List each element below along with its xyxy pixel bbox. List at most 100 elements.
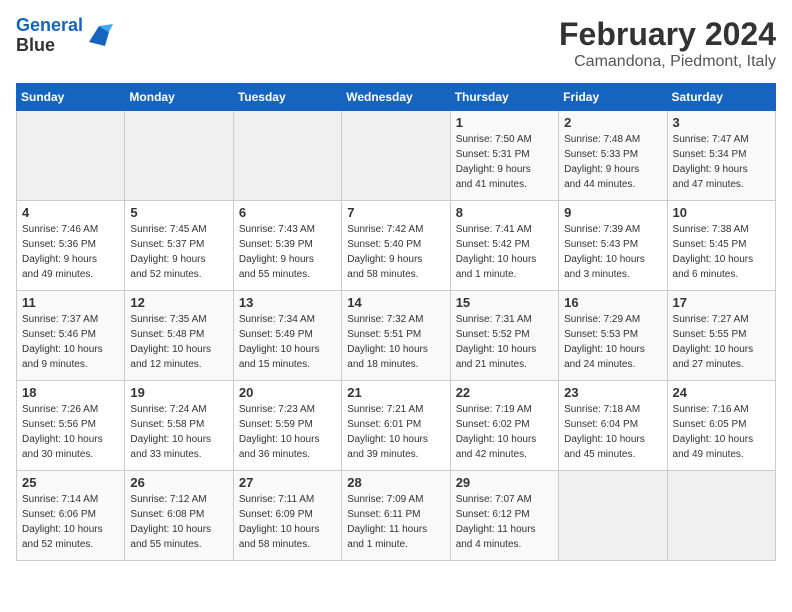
col-header-saturday: Saturday (667, 84, 775, 111)
day-info: Sunrise: 7:37 AM Sunset: 5:46 PM Dayligh… (22, 312, 119, 372)
calendar-week-row: 25 Sunrise: 7:14 AM Sunset: 6:06 PM Dayli… (17, 471, 776, 561)
day-info: Sunrise: 7:29 AM Sunset: 5:53 PM Dayligh… (564, 312, 661, 372)
day-number: 9 (564, 205, 661, 220)
day-number: 29 (456, 475, 553, 490)
day-number: 12 (130, 295, 227, 310)
calendar-cell: 20 Sunrise: 7:23 AM Sunset: 5:59 PM Dayli… (233, 381, 341, 471)
day-number: 21 (347, 385, 444, 400)
header: GeneralBlue February 2024 Camandona, Pie… (16, 16, 776, 71)
day-number: 25 (22, 475, 119, 490)
day-info: Sunrise: 7:18 AM Sunset: 6:04 PM Dayligh… (564, 402, 661, 462)
day-number: 24 (673, 385, 770, 400)
calendar-week-row: 18 Sunrise: 7:26 AM Sunset: 5:56 PM Dayli… (17, 381, 776, 471)
day-number: 23 (564, 385, 661, 400)
calendar-cell: 13 Sunrise: 7:34 AM Sunset: 5:49 PM Dayli… (233, 291, 341, 381)
calendar-table: SundayMondayTuesdayWednesdayThursdayFrid… (16, 83, 776, 561)
day-number: 17 (673, 295, 770, 310)
calendar-cell: 5 Sunrise: 7:45 AM Sunset: 5:37 PM Daylig… (125, 201, 233, 291)
day-number: 27 (239, 475, 336, 490)
day-number: 1 (456, 115, 553, 130)
calendar-cell: 16 Sunrise: 7:29 AM Sunset: 5:53 PM Dayli… (559, 291, 667, 381)
day-info: Sunrise: 7:31 AM Sunset: 5:52 PM Dayligh… (456, 312, 553, 372)
calendar-cell (342, 111, 450, 201)
col-header-tuesday: Tuesday (233, 84, 341, 111)
day-number: 28 (347, 475, 444, 490)
day-number: 4 (22, 205, 119, 220)
day-info: Sunrise: 7:48 AM Sunset: 5:33 PM Dayligh… (564, 132, 661, 192)
calendar-cell: 22 Sunrise: 7:19 AM Sunset: 6:02 PM Dayli… (450, 381, 558, 471)
day-info: Sunrise: 7:50 AM Sunset: 5:31 PM Dayligh… (456, 132, 553, 192)
calendar-cell: 19 Sunrise: 7:24 AM Sunset: 5:58 PM Dayli… (125, 381, 233, 471)
day-number: 20 (239, 385, 336, 400)
day-number: 18 (22, 385, 119, 400)
day-info: Sunrise: 7:14 AM Sunset: 6:06 PM Dayligh… (22, 492, 119, 552)
calendar-cell: 6 Sunrise: 7:43 AM Sunset: 5:39 PM Daylig… (233, 201, 341, 291)
day-info: Sunrise: 7:19 AM Sunset: 6:02 PM Dayligh… (456, 402, 553, 462)
day-info: Sunrise: 7:23 AM Sunset: 5:59 PM Dayligh… (239, 402, 336, 462)
day-info: Sunrise: 7:12 AM Sunset: 6:08 PM Dayligh… (130, 492, 227, 552)
calendar-cell: 21 Sunrise: 7:21 AM Sunset: 6:01 PM Dayli… (342, 381, 450, 471)
day-info: Sunrise: 7:09 AM Sunset: 6:11 PM Dayligh… (347, 492, 444, 552)
calendar-cell: 7 Sunrise: 7:42 AM Sunset: 5:40 PM Daylig… (342, 201, 450, 291)
day-number: 15 (456, 295, 553, 310)
calendar-cell: 24 Sunrise: 7:16 AM Sunset: 6:05 PM Dayli… (667, 381, 775, 471)
day-info: Sunrise: 7:07 AM Sunset: 6:12 PM Dayligh… (456, 492, 553, 552)
calendar-cell (233, 111, 341, 201)
day-info: Sunrise: 7:47 AM Sunset: 5:34 PM Dayligh… (673, 132, 770, 192)
calendar-week-row: 1 Sunrise: 7:50 AM Sunset: 5:31 PM Daylig… (17, 111, 776, 201)
day-number: 6 (239, 205, 336, 220)
day-number: 10 (673, 205, 770, 220)
day-info: Sunrise: 7:27 AM Sunset: 5:55 PM Dayligh… (673, 312, 770, 372)
day-info: Sunrise: 7:45 AM Sunset: 5:37 PM Dayligh… (130, 222, 227, 282)
day-number: 7 (347, 205, 444, 220)
day-number: 14 (347, 295, 444, 310)
calendar-cell: 10 Sunrise: 7:38 AM Sunset: 5:45 PM Dayli… (667, 201, 775, 291)
day-info: Sunrise: 7:34 AM Sunset: 5:49 PM Dayligh… (239, 312, 336, 372)
col-header-wednesday: Wednesday (342, 84, 450, 111)
calendar-cell: 11 Sunrise: 7:37 AM Sunset: 5:46 PM Dayli… (17, 291, 125, 381)
day-info: Sunrise: 7:42 AM Sunset: 5:40 PM Dayligh… (347, 222, 444, 282)
day-info: Sunrise: 7:39 AM Sunset: 5:43 PM Dayligh… (564, 222, 661, 282)
calendar-cell: 17 Sunrise: 7:27 AM Sunset: 5:55 PM Dayli… (667, 291, 775, 381)
day-info: Sunrise: 7:32 AM Sunset: 5:51 PM Dayligh… (347, 312, 444, 372)
calendar-cell: 3 Sunrise: 7:47 AM Sunset: 5:34 PM Daylig… (667, 111, 775, 201)
calendar-cell: 12 Sunrise: 7:35 AM Sunset: 5:48 PM Dayli… (125, 291, 233, 381)
calendar-cell: 18 Sunrise: 7:26 AM Sunset: 5:56 PM Dayli… (17, 381, 125, 471)
calendar-cell: 14 Sunrise: 7:32 AM Sunset: 5:51 PM Dayli… (342, 291, 450, 381)
calendar-cell: 28 Sunrise: 7:09 AM Sunset: 6:11 PM Dayli… (342, 471, 450, 561)
month-title: February 2024 (559, 16, 776, 53)
day-number: 19 (130, 385, 227, 400)
calendar-week-row: 4Sunrise: 7:46 AM Sunset: 5:36 PM Daylig… (17, 201, 776, 291)
day-info: Sunrise: 7:16 AM Sunset: 6:05 PM Dayligh… (673, 402, 770, 462)
day-number: 3 (673, 115, 770, 130)
day-info: Sunrise: 7:41 AM Sunset: 5:42 PM Dayligh… (456, 222, 553, 282)
day-info: Sunrise: 7:26 AM Sunset: 5:56 PM Dayligh… (22, 402, 119, 462)
calendar-week-row: 11 Sunrise: 7:37 AM Sunset: 5:46 PM Dayli… (17, 291, 776, 381)
col-header-friday: Friday (559, 84, 667, 111)
calendar-cell: 25 Sunrise: 7:14 AM Sunset: 6:06 PM Dayli… (17, 471, 125, 561)
day-info: Sunrise: 7:35 AM Sunset: 5:48 PM Dayligh… (130, 312, 227, 372)
calendar-cell: 1 Sunrise: 7:50 AM Sunset: 5:31 PM Daylig… (450, 111, 558, 201)
day-info: Sunrise: 7:43 AM Sunset: 5:39 PM Dayligh… (239, 222, 336, 282)
day-info: Sunrise: 7:38 AM Sunset: 5:45 PM Dayligh… (673, 222, 770, 282)
day-info: Sunrise: 7:21 AM Sunset: 6:01 PM Dayligh… (347, 402, 444, 462)
day-number: 13 (239, 295, 336, 310)
day-number: 22 (456, 385, 553, 400)
calendar-cell (125, 111, 233, 201)
col-header-thursday: Thursday (450, 84, 558, 111)
calendar-cell (667, 471, 775, 561)
day-info: Sunrise: 7:24 AM Sunset: 5:58 PM Dayligh… (130, 402, 227, 462)
col-header-sunday: Sunday (17, 84, 125, 111)
day-number: 16 (564, 295, 661, 310)
day-number: 5 (130, 205, 227, 220)
day-number: 8 (456, 205, 553, 220)
col-header-monday: Monday (125, 84, 233, 111)
day-number: 26 (130, 475, 227, 490)
location-title: Camandona, Piedmont, Italy (559, 53, 776, 71)
day-number: 11 (22, 295, 119, 310)
calendar-cell (559, 471, 667, 561)
calendar-cell: 15 Sunrise: 7:31 AM Sunset: 5:52 PM Dayli… (450, 291, 558, 381)
title-area: February 2024 Camandona, Piedmont, Italy (559, 16, 776, 71)
calendar-cell: 23 Sunrise: 7:18 AM Sunset: 6:04 PM Dayli… (559, 381, 667, 471)
logo: GeneralBlue (16, 16, 113, 56)
